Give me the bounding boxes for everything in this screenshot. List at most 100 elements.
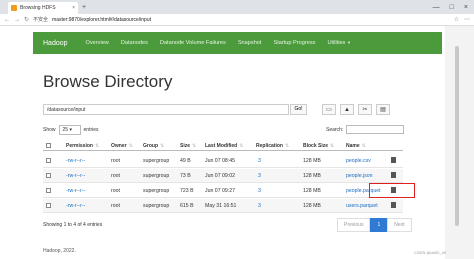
tab-bar: Browsing HDFS × + — □ × bbox=[0, 0, 474, 14]
header-name[interactable]: Name ⇅ bbox=[346, 143, 366, 149]
file-name-link[interactable]: users.parquet bbox=[346, 203, 378, 209]
bookmark-icon[interactable]: ☆ bbox=[454, 16, 459, 23]
table-row: -rw-r--r-- root supergroup 723 B Jun 07 … bbox=[43, 184, 403, 198]
entries-info: Showing 1 to 4 of 4 entries bbox=[43, 222, 103, 228]
path-input[interactable]: /datasource/input bbox=[43, 104, 289, 115]
navbar-brand[interactable]: Hadoop bbox=[33, 40, 80, 47]
block-size-cell: 128 MB bbox=[303, 203, 321, 209]
size-cell: 723 B bbox=[180, 188, 194, 194]
permission-cell[interactable]: -rw-r--r-- bbox=[66, 173, 85, 179]
replication-cell[interactable]: 3 bbox=[258, 203, 261, 209]
menu-icon[interactable]: ⋯ bbox=[464, 16, 470, 23]
folder-icon[interactable]: ▭ bbox=[322, 104, 336, 115]
nav-utilities-label: Utilities bbox=[327, 40, 346, 46]
new-tab-icon[interactable]: + bbox=[82, 4, 86, 11]
entries-value: 25 bbox=[62, 127, 69, 133]
back-icon[interactable]: ← bbox=[4, 17, 10, 23]
previous-button[interactable]: Previous bbox=[337, 218, 371, 232]
page-title: Browse Directory bbox=[43, 72, 173, 91]
block-size-cell: 128 MB bbox=[303, 188, 321, 194]
search-label: Search: bbox=[326, 126, 344, 133]
hadoop-navbar: Hadoop Overview Datanodes Datanode Volum… bbox=[33, 32, 442, 54]
header-label: Last Modified bbox=[205, 143, 238, 149]
row-checkbox[interactable] bbox=[46, 188, 51, 193]
close-window-icon[interactable]: × bbox=[464, 4, 468, 11]
replication-cell[interactable]: 3 bbox=[258, 173, 261, 179]
modified-cell: Jun 07 09:27 bbox=[205, 188, 235, 194]
header-block-size[interactable]: Block Size ⇅ bbox=[303, 143, 334, 149]
permission-cell[interactable]: -rw-r--r-- bbox=[66, 158, 85, 164]
header-label: Permission bbox=[66, 143, 93, 149]
owner-cell: root bbox=[111, 173, 120, 179]
page-button[interactable]: 1 bbox=[370, 218, 388, 232]
table-row: -rw-r--r-- root supergroup 73 B Jun 07 0… bbox=[43, 169, 403, 183]
trash-icon[interactable] bbox=[391, 202, 396, 208]
row-checkbox[interactable] bbox=[46, 203, 51, 208]
block-size-cell: 128 MB bbox=[303, 173, 321, 179]
nav-startup-progress[interactable]: Startup Progress bbox=[267, 40, 321, 46]
reload-icon[interactable]: ↻ bbox=[24, 16, 29, 23]
nav-snapshot[interactable]: Snapshot bbox=[232, 40, 268, 46]
nav-volume-failures[interactable]: Datanode Volume Failures bbox=[154, 40, 232, 46]
header-group[interactable]: Group ⇅ bbox=[143, 143, 164, 149]
footer-copyright: Hadoop, 2022. bbox=[43, 248, 76, 254]
size-cell: 615 B bbox=[180, 203, 194, 209]
row-checkbox[interactable] bbox=[46, 173, 51, 178]
replication-cell[interactable]: 3 bbox=[258, 158, 261, 164]
table-row: -rw-r--r-- root supergroup 49 B Jun 07 0… bbox=[43, 154, 403, 168]
paste-icon[interactable]: ▤ bbox=[376, 104, 390, 115]
forward-icon[interactable]: → bbox=[14, 17, 20, 23]
modified-cell: Jun 07 09:02 bbox=[205, 173, 235, 179]
header-label: Name bbox=[346, 143, 360, 149]
header-label: Owner bbox=[111, 143, 127, 149]
tab-title: Browsing HDFS bbox=[20, 5, 56, 11]
file-name-link[interactable]: people.json bbox=[346, 173, 373, 179]
permission-cell[interactable]: -rw-r--r-- bbox=[66, 203, 85, 209]
security-indicator[interactable]: 不安全 bbox=[33, 16, 48, 23]
size-cell: 49 B bbox=[180, 158, 191, 164]
header-label: Size bbox=[180, 143, 191, 149]
trash-icon[interactable] bbox=[391, 172, 396, 178]
favicon-icon bbox=[11, 5, 17, 11]
select-all-checkbox[interactable] bbox=[46, 143, 51, 148]
header-last-modified[interactable]: Last Modified ⇅ bbox=[205, 143, 243, 149]
address-bar: ← → ↻ 不安全 master:9870/explorer.html#/dat… bbox=[0, 14, 474, 26]
permission-cell[interactable]: -rw-r--r-- bbox=[66, 188, 85, 194]
header-size[interactable]: Size ⇅ bbox=[180, 143, 196, 149]
size-cell: 73 B bbox=[180, 173, 191, 179]
upload-icon[interactable]: ▲ bbox=[340, 104, 354, 115]
trash-icon[interactable] bbox=[391, 157, 396, 163]
entries-select[interactable]: 25 ▾ bbox=[58, 125, 81, 135]
block-size-cell: 128 MB bbox=[303, 158, 321, 164]
next-button[interactable]: Next bbox=[387, 218, 412, 232]
owner-cell: root bbox=[111, 188, 120, 194]
url-field[interactable]: master:9870/explorer.html#/datasource/in… bbox=[52, 17, 151, 23]
window-controls: — □ × bbox=[433, 4, 474, 11]
scrollbar[interactable] bbox=[445, 26, 474, 259]
scrollbar-thumb[interactable] bbox=[455, 46, 459, 226]
browser-tab[interactable]: Browsing HDFS × bbox=[8, 2, 78, 14]
tab-close-icon[interactable]: × bbox=[72, 5, 75, 11]
modified-cell: Jun 07 08:45 bbox=[205, 158, 235, 164]
modified-cell: May 31 16:51 bbox=[205, 203, 237, 209]
nav-datanodes[interactable]: Datanodes bbox=[115, 40, 154, 46]
group-cell: supergroup bbox=[143, 158, 170, 164]
pagination: Previous 1 Next bbox=[337, 218, 412, 232]
group-cell: supergroup bbox=[143, 173, 170, 179]
search-input[interactable] bbox=[346, 125, 405, 134]
row-checkbox[interactable] bbox=[46, 158, 51, 163]
nav-utilities[interactable]: Utilities ▼ bbox=[321, 40, 357, 46]
minimize-icon[interactable]: — bbox=[433, 4, 440, 11]
header-permission[interactable]: Permission ⇅ bbox=[66, 143, 99, 149]
replication-cell[interactable]: 3 bbox=[258, 188, 261, 194]
go-button[interactable]: Go! bbox=[290, 104, 307, 115]
cut-icon[interactable]: ✂ bbox=[358, 104, 372, 115]
header-owner[interactable]: Owner ⇅ bbox=[111, 143, 133, 149]
header-label: Group bbox=[143, 143, 158, 149]
file-name-link[interactable]: people.csv bbox=[346, 158, 371, 164]
nav-overview[interactable]: Overview bbox=[80, 40, 115, 46]
highlight-box bbox=[369, 183, 415, 198]
maximize-icon[interactable]: □ bbox=[450, 4, 454, 11]
header-replication[interactable]: Replication ⇅ bbox=[256, 143, 289, 149]
group-cell: supergroup bbox=[143, 188, 170, 194]
